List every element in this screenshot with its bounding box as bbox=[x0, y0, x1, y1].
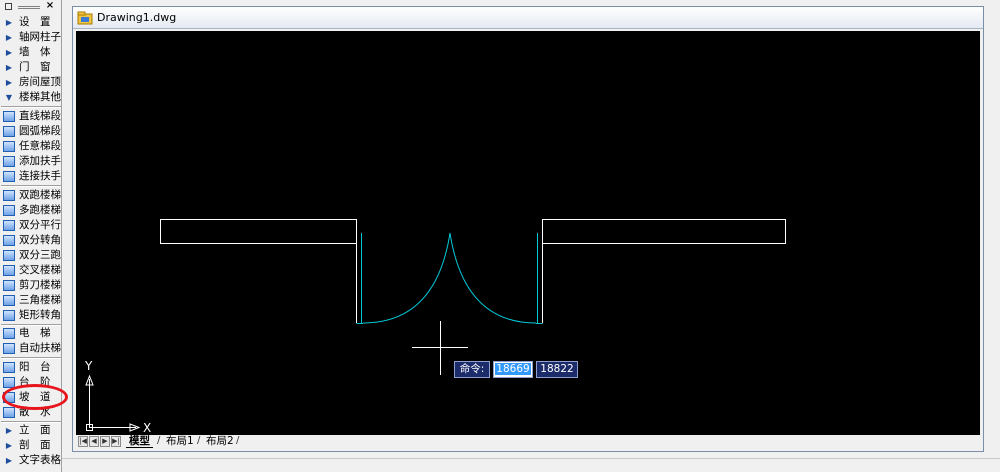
tab-first-icon[interactable]: |◀ bbox=[78, 436, 88, 447]
palette-item-balcony[interactable]: 阳 台 bbox=[0, 360, 61, 375]
cross-stair-icon bbox=[3, 265, 15, 276]
triangle-stair-icon bbox=[3, 295, 15, 306]
connect-handrail-icon bbox=[3, 171, 15, 182]
rect-corner-stair-icon bbox=[3, 310, 15, 321]
collapse-arrow-icon: ▼ bbox=[5, 93, 13, 102]
palette-item-escalator[interactable]: 自动扶梯 bbox=[0, 341, 61, 356]
command-prompt-label: 命令: bbox=[454, 361, 490, 378]
palette-item-section[interactable]: ▶ 剖 面 bbox=[0, 438, 61, 453]
palette-item-cross-stair[interactable]: 交叉楼梯 bbox=[0, 263, 61, 278]
elevator-icon bbox=[3, 328, 15, 339]
arc-stair-icon bbox=[3, 126, 15, 137]
double-run-stair-icon bbox=[3, 190, 15, 201]
palette-grip[interactable] bbox=[18, 6, 40, 9]
drawing-title: Drawing1.dwg bbox=[97, 11, 177, 24]
scissor-stair-icon bbox=[3, 280, 15, 291]
double-parallel-stair-icon bbox=[3, 220, 15, 231]
steps-icon bbox=[3, 377, 15, 388]
palette-item-room-roof[interactable]: ▶ 房间屋顶 bbox=[0, 75, 61, 90]
free-stair-icon bbox=[3, 141, 15, 152]
tab-next-icon[interactable]: ▶ bbox=[100, 436, 110, 447]
palette-item-arc-stair[interactable]: 圆弧梯段 bbox=[0, 124, 61, 139]
left-wall bbox=[160, 219, 357, 244]
tab-layout1[interactable]: 布局1 bbox=[163, 435, 197, 448]
tool-palette: × ▶ 设 置 ▶ 轴网柱子 ▶ 墙 体 ▶ 门 窗 ▶ 房间屋顶 ▼ 楼梯其他 直线梯段 … bbox=[0, 0, 62, 472]
palette-item-axis-column[interactable]: ▶ 轴网柱子 bbox=[0, 30, 61, 45]
ucs-y-label: Y bbox=[84, 359, 93, 373]
multi-run-stair-icon bbox=[3, 205, 15, 216]
palette-item-elevator[interactable]: 电 梯 bbox=[0, 326, 61, 341]
expand-arrow-icon: ▶ bbox=[5, 456, 13, 465]
palette-item-double-corner[interactable]: 双分转角 bbox=[0, 233, 61, 248]
palette-restore-icon[interactable] bbox=[5, 3, 12, 10]
door-swing-arc-right bbox=[449, 232, 537, 324]
tab-prev-icon[interactable]: ◀ bbox=[89, 436, 99, 447]
expand-arrow-icon: ▶ bbox=[5, 33, 13, 42]
add-handrail-icon bbox=[3, 156, 15, 167]
palette-item-straight-stair[interactable]: 直线梯段 bbox=[0, 109, 61, 124]
palette-item-wall[interactable]: ▶ 墙 体 bbox=[0, 45, 61, 60]
palette-item-elevation[interactable]: ▶ 立 面 bbox=[0, 423, 61, 438]
right-wall bbox=[542, 219, 786, 244]
balcony-icon bbox=[3, 362, 15, 373]
tab-divider: / bbox=[236, 435, 240, 446]
palette-item-scissor-stair[interactable]: 剪刀楼梯 bbox=[0, 278, 61, 293]
palette-item-ramp[interactable]: 坡 道 bbox=[0, 390, 61, 405]
door-swing-arc-left bbox=[362, 232, 451, 324]
expand-arrow-icon: ▶ bbox=[5, 78, 13, 87]
tab-last-icon[interactable]: ▶| bbox=[111, 436, 121, 447]
palette-item-triangle-stair[interactable]: 三角楼梯 bbox=[0, 293, 61, 308]
dynamic-input: 命令: 18669 18822 bbox=[454, 361, 578, 379]
palette-item-apron[interactable]: 散 水 bbox=[0, 405, 61, 420]
palette-item-stairs-other[interactable]: ▼ 楼梯其他 bbox=[0, 90, 61, 105]
palette-item-double-run-stair[interactable]: 双跑楼梯 bbox=[0, 188, 61, 203]
palette-item-settings[interactable]: ▶ 设 置 bbox=[0, 15, 61, 30]
straight-stair-icon bbox=[3, 111, 15, 122]
drawing-window: Drawing1.dwg Y X 命令: 18669 18822 |◀ ◀ ▶ … bbox=[72, 6, 984, 452]
palette-item-free-stair[interactable]: 任意梯段 bbox=[0, 139, 61, 154]
tab-model[interactable]: 模型 bbox=[126, 435, 153, 448]
escalator-icon bbox=[3, 343, 15, 354]
x-coordinate-value: 18669 bbox=[495, 363, 531, 375]
palette-separator bbox=[1, 106, 61, 108]
ucs-x-label: X bbox=[143, 421, 151, 435]
bottom-strip bbox=[62, 458, 1000, 472]
expand-arrow-icon: ▶ bbox=[5, 48, 13, 57]
expand-arrow-icon: ▶ bbox=[5, 441, 13, 450]
drawing-canvas[interactable]: Y X 命令: 18669 18822 bbox=[76, 31, 980, 435]
palette-item-double-parallel[interactable]: 双分平行 bbox=[0, 218, 61, 233]
expand-arrow-icon: ▶ bbox=[5, 426, 13, 435]
expand-arrow-icon: ▶ bbox=[5, 63, 13, 72]
double-corner-stair-icon bbox=[3, 235, 15, 246]
palette-item-connect-handrail[interactable]: 连接扶手 bbox=[0, 169, 61, 184]
palette-item-steps[interactable]: 台 阶 bbox=[0, 375, 61, 390]
dwg-file-icon bbox=[77, 11, 93, 25]
palette-close-icon[interactable]: × bbox=[44, 0, 56, 12]
apron-icon bbox=[3, 407, 15, 418]
palette-item-multi-run-stair[interactable]: 多跑楼梯 bbox=[0, 203, 61, 218]
x-coordinate-input[interactable]: 18669 bbox=[493, 361, 533, 378]
double-three-run-stair-icon bbox=[3, 250, 15, 261]
palette-separator bbox=[1, 185, 61, 187]
y-coordinate-input[interactable]: 18822 bbox=[536, 361, 578, 378]
palette-item-door-window[interactable]: ▶ 门 窗 bbox=[0, 60, 61, 75]
palette-item-rect-corner[interactable]: 矩形转角 bbox=[0, 308, 61, 323]
palette-item-double-three-run[interactable]: 双分三跑 bbox=[0, 248, 61, 263]
ramp-icon bbox=[3, 392, 15, 403]
drawing-window-titlebar[interactable]: Drawing1.dwg bbox=[73, 7, 983, 29]
tab-layout2[interactable]: 布局2 bbox=[203, 435, 237, 448]
expand-arrow-icon: ▶ bbox=[5, 18, 13, 27]
palette-item-add-handrail[interactable]: 添加扶手 bbox=[0, 154, 61, 169]
palette-item-text-table[interactable]: ▶ 文字表格 bbox=[0, 453, 61, 468]
palette-separator bbox=[1, 357, 61, 359]
palette-header[interactable]: × bbox=[0, 0, 61, 14]
layout-tab-bar: |◀ ◀ ▶ ▶| 模型 / 布局1 / 布局2 / bbox=[76, 435, 980, 449]
